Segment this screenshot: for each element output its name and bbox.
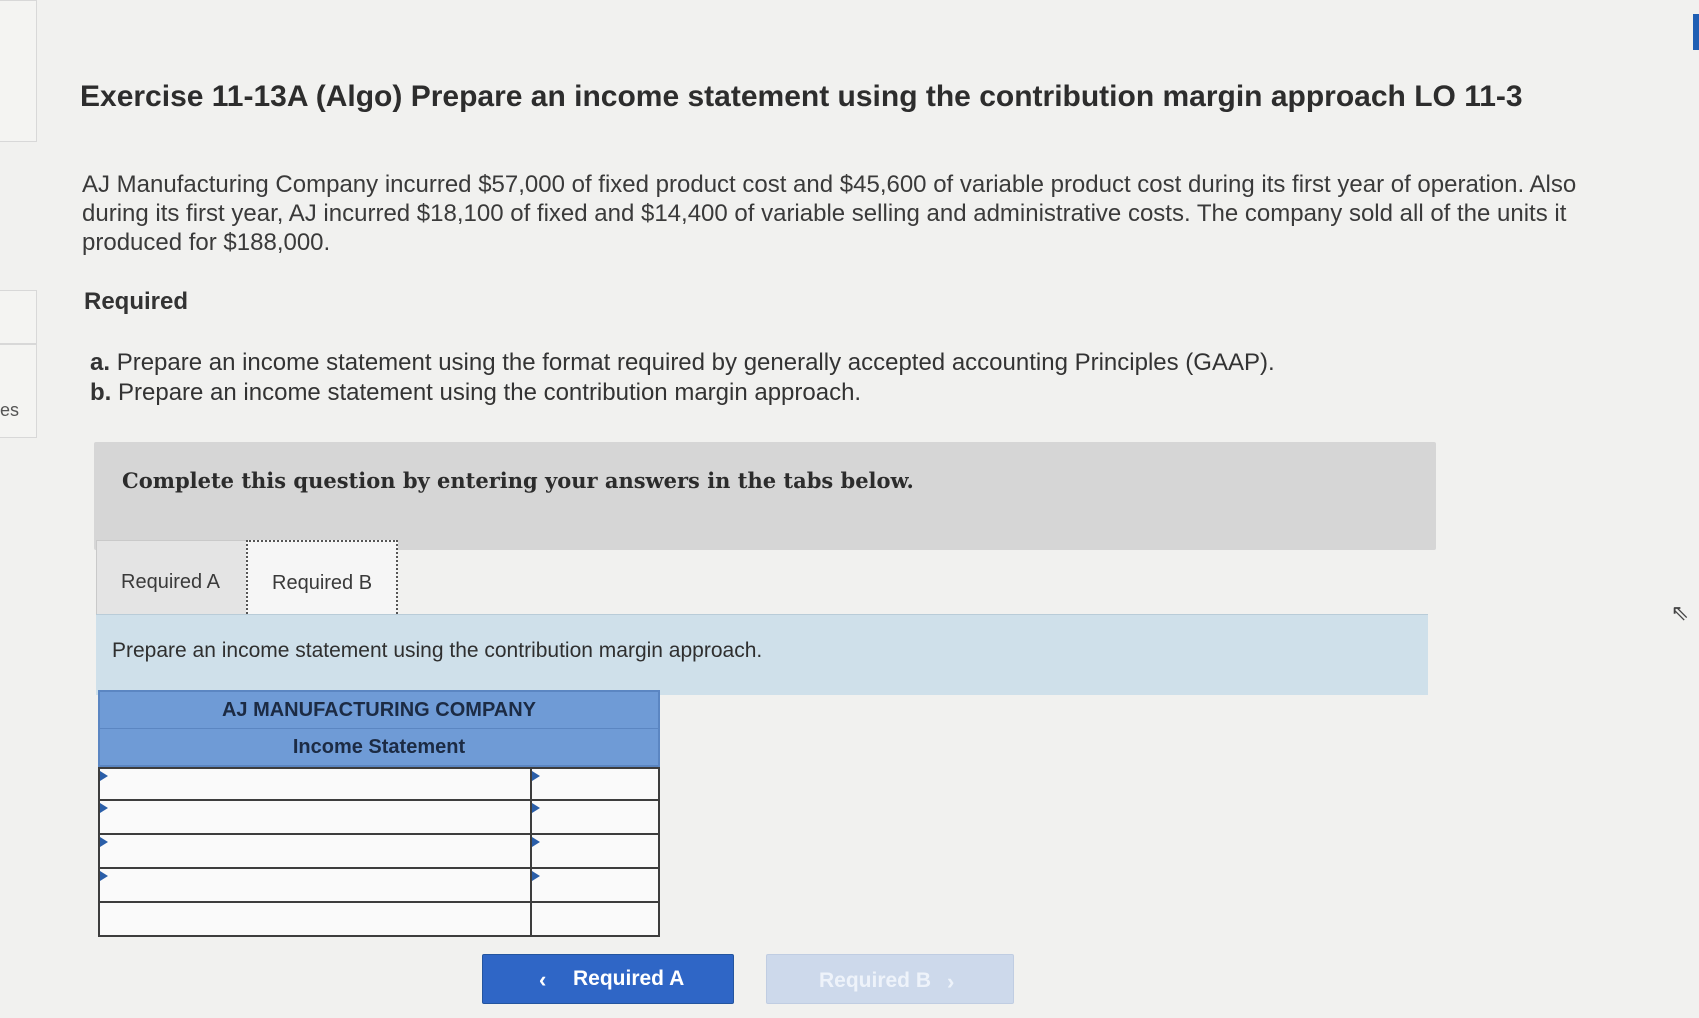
sidebar-partial-label: es: [0, 400, 20, 420]
statement-body: [98, 767, 660, 937]
tab-prompt-bar: Prepare an income statement using the co…: [96, 614, 1428, 695]
next-required-b-button[interactable]: Required B ›: [766, 954, 1014, 1004]
sidebar-panel[interactable]: [0, 290, 37, 344]
required-heading: Required: [84, 288, 189, 315]
tab-required-a[interactable]: Required A: [96, 540, 248, 618]
tab-label: Required B: [272, 572, 373, 594]
requirements-list: a. Prepare an income statement using the…: [90, 348, 1390, 408]
table-row: [98, 835, 660, 869]
exercise-title: Exercise 11-13A (Algo) Prepare an income…: [80, 80, 1523, 113]
left-sidebar-rail: es: [0, 0, 40, 1018]
table-row: [98, 869, 660, 903]
line-item-dropdown[interactable]: [98, 801, 530, 835]
dropdown-marker-icon: [100, 871, 108, 881]
table-row: [98, 903, 660, 937]
next-button-label: Required B: [819, 969, 932, 992]
line-item-dropdown[interactable]: [98, 869, 530, 903]
statement-header: AJ MANUFACTURING COMPANY Income Statemen…: [98, 690, 660, 767]
chevron-right-icon: ›: [947, 969, 955, 994]
input-marker-icon: [532, 871, 540, 881]
sidebar-panel[interactable]: [0, 344, 37, 438]
requirement-letter: a.: [90, 349, 111, 376]
requirement-item: a. Prepare an income statement using the…: [90, 348, 1390, 378]
statement-title: Income Statement: [292, 736, 466, 758]
input-marker-icon: [532, 803, 540, 813]
table-row: [98, 767, 660, 801]
amount-input[interactable]: [530, 903, 660, 937]
instruction-text: Complete this question by entering your …: [122, 468, 914, 493]
amount-input[interactable]: [530, 869, 660, 903]
line-item-dropdown[interactable]: [98, 767, 530, 801]
dropdown-marker-icon: [100, 837, 108, 847]
prev-button-label: Required A: [573, 967, 685, 990]
chevron-left-icon: ‹: [539, 967, 547, 992]
requirement-text: Prepare an income statement using the co…: [118, 379, 862, 406]
mouse-cursor-icon: ⇖: [1670, 600, 1689, 625]
line-item-dropdown[interactable]: [98, 903, 530, 937]
exercise-description: AJ Manufacturing Company incurred $57,00…: [82, 171, 1577, 256]
amount-input[interactable]: [530, 801, 660, 835]
instruction-banner: Complete this question by entering your …: [94, 442, 1436, 550]
amount-input[interactable]: [530, 767, 660, 801]
income-statement-table: AJ MANUFACTURING COMPANY Income Statemen…: [98, 690, 660, 937]
amount-input[interactable]: [530, 835, 660, 869]
input-marker-icon: [532, 771, 540, 781]
requirement-letter: b.: [90, 379, 112, 406]
company-name: AJ MANUFACTURING COMPANY: [100, 692, 658, 729]
table-row: [98, 801, 660, 835]
tab-required-b[interactable]: Required B: [246, 540, 398, 618]
dropdown-marker-icon: [100, 803, 108, 813]
tab-label: Required A: [121, 571, 220, 593]
tab-prompt-text: Prepare an income statement using the co…: [112, 639, 763, 662]
input-marker-icon: [532, 837, 540, 847]
scrollbar-thumb[interactable]: [1693, 14, 1699, 50]
requirement-item: b. Prepare an income statement using the…: [90, 378, 1390, 408]
requirement-text: Prepare an income statement using the fo…: [116, 349, 1275, 376]
previous-required-a-button[interactable]: ‹ Required A: [482, 954, 734, 1004]
line-item-dropdown[interactable]: [98, 835, 530, 869]
sidebar-panel: [0, 0, 37, 142]
dropdown-marker-icon: [100, 771, 108, 781]
